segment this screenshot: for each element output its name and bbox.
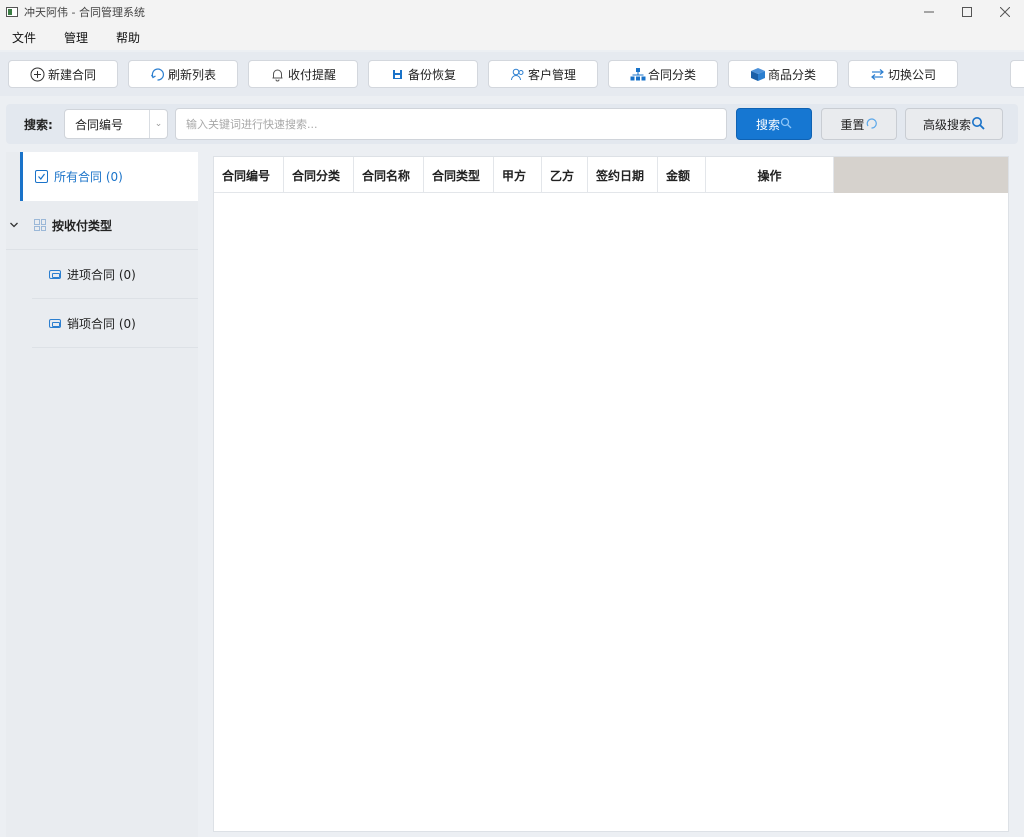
column-header[interactable]: 合同分类 (284, 157, 354, 193)
tag-icon (49, 318, 61, 328)
maximize-button[interactable] (948, 0, 986, 24)
menu-file[interactable]: 文件 (12, 29, 36, 46)
bell-icon (270, 66, 286, 82)
new-contract-label: 新建合同 (47, 67, 96, 82)
title-bar: 冲天阿伟 - 合同管理系统 (0, 0, 1024, 24)
sidebar-item-incoming-contracts[interactable]: 进项合同 (0) (32, 250, 198, 299)
close-button[interactable] (986, 0, 1024, 24)
chevron-down-icon[interactable] (10, 222, 20, 228)
switch-company-button[interactable]: 切换公司 (848, 60, 958, 88)
advanced-search-label: 高级搜索 (922, 117, 971, 132)
product-category-button[interactable]: 商品分类 (728, 60, 838, 88)
tag-icon (49, 269, 61, 279)
app-icon (6, 7, 18, 17)
sidebar-item-all-contracts[interactable]: 所有合同 (0) (20, 152, 198, 201)
customer-manage-label: 客户管理 (527, 67, 576, 82)
chevron-down-icon[interactable]: ⌄ (149, 110, 167, 138)
new-contract-button[interactable]: 新建合同 (8, 60, 118, 88)
switch-company-label: 切换公司 (887, 67, 936, 82)
contract-category-button[interactable]: 合同分类 (608, 60, 718, 88)
search-button[interactable]: 搜索 (736, 108, 812, 140)
refresh-icon (150, 66, 166, 82)
sidebar-item-label: 进项合同 (0) (67, 267, 136, 282)
backup-restore-button[interactable]: 备份恢复 (368, 60, 478, 88)
search-button-label: 搜索 (755, 117, 780, 132)
header-filler (834, 157, 1008, 193)
column-header[interactable]: 金额 (658, 157, 706, 193)
contracts-table: 合同编号 合同分类 合同名称 合同类型 甲方 乙方 签约日期 金额 操作 (213, 156, 1009, 832)
column-header[interactable]: 操作 (706, 157, 834, 193)
column-header[interactable]: 签约日期 (588, 157, 658, 193)
search-input[interactable] (175, 108, 727, 140)
sidebar-item-label: 所有合同 (0) (54, 170, 123, 184)
customer-manage-button[interactable]: 客户管理 (488, 60, 598, 88)
maximize-icon (962, 7, 972, 17)
column-header[interactable]: 合同名称 (354, 157, 424, 193)
menu-manage[interactable]: 管理 (64, 29, 88, 46)
column-header[interactable]: 乙方 (542, 157, 588, 193)
column-header[interactable]: 甲方 (494, 157, 542, 193)
reset-button[interactable]: 重置 (821, 108, 897, 140)
search-bar: 搜索: 合同编号 ⌄ 搜索 重置 高级搜索 (6, 104, 1018, 144)
search-icon (780, 117, 792, 132)
window-title: 冲天阿伟 - 合同管理系统 (24, 6, 145, 19)
table-header: 合同编号 合同分类 合同名称 合同类型 甲方 乙方 签约日期 金额 操作 (214, 157, 1008, 193)
close-icon (1000, 7, 1010, 17)
refresh-list-button[interactable]: 刷新列表 (128, 60, 238, 88)
reset-button-label: 重置 (840, 117, 865, 132)
search-field-value: 合同编号 (75, 117, 124, 132)
search-icon (971, 116, 985, 133)
refresh-list-label: 刷新列表 (167, 67, 216, 82)
hierarchy-icon (630, 66, 646, 82)
box-icon (750, 66, 766, 82)
checkbox-icon (35, 170, 48, 183)
window-controls (910, 0, 1024, 24)
column-header[interactable]: 合同编号 (214, 157, 284, 193)
payment-reminder-label: 收付提醒 (287, 67, 336, 82)
column-header[interactable]: 合同类型 (424, 157, 494, 193)
save-icon (390, 66, 406, 82)
refresh-icon (865, 117, 878, 132)
sidebar: 所有合同 (0) 按收付类型 进项合同 (0) 销项合同 (0) (6, 152, 198, 837)
plus-circle-icon (30, 66, 46, 82)
grid-icon (34, 219, 46, 231)
sidebar-group-label: 按收付类型 (52, 218, 113, 233)
menu-bar: 文件 管理 帮助 (0, 24, 1024, 50)
toolbar-overflow-button[interactable] (1010, 60, 1024, 88)
advanced-search-button[interactable]: 高级搜索 (905, 108, 1003, 140)
swap-icon (870, 66, 886, 82)
users-icon (510, 66, 526, 82)
sidebar-item-label: 销项合同 (0) (67, 316, 136, 331)
product-category-label: 商品分类 (767, 67, 816, 82)
payment-reminder-button[interactable]: 收付提醒 (248, 60, 358, 88)
contract-category-label: 合同分类 (647, 67, 696, 82)
toolbar: 新建合同 刷新列表 收付提醒 备份恢复 客户管理 合同分类 商品分类 切换公司 (0, 52, 1024, 96)
menu-help[interactable]: 帮助 (116, 29, 140, 46)
minimize-button[interactable] (910, 0, 948, 24)
minimize-icon (924, 11, 934, 13)
sidebar-item-outgoing-contracts[interactable]: 销项合同 (0) (32, 299, 198, 348)
sidebar-group-payment-type[interactable]: 按收付类型 (6, 201, 198, 250)
search-field-select[interactable]: 合同编号 ⌄ (64, 109, 168, 139)
search-label: 搜索: (24, 117, 53, 132)
backup-restore-label: 备份恢复 (407, 67, 456, 82)
